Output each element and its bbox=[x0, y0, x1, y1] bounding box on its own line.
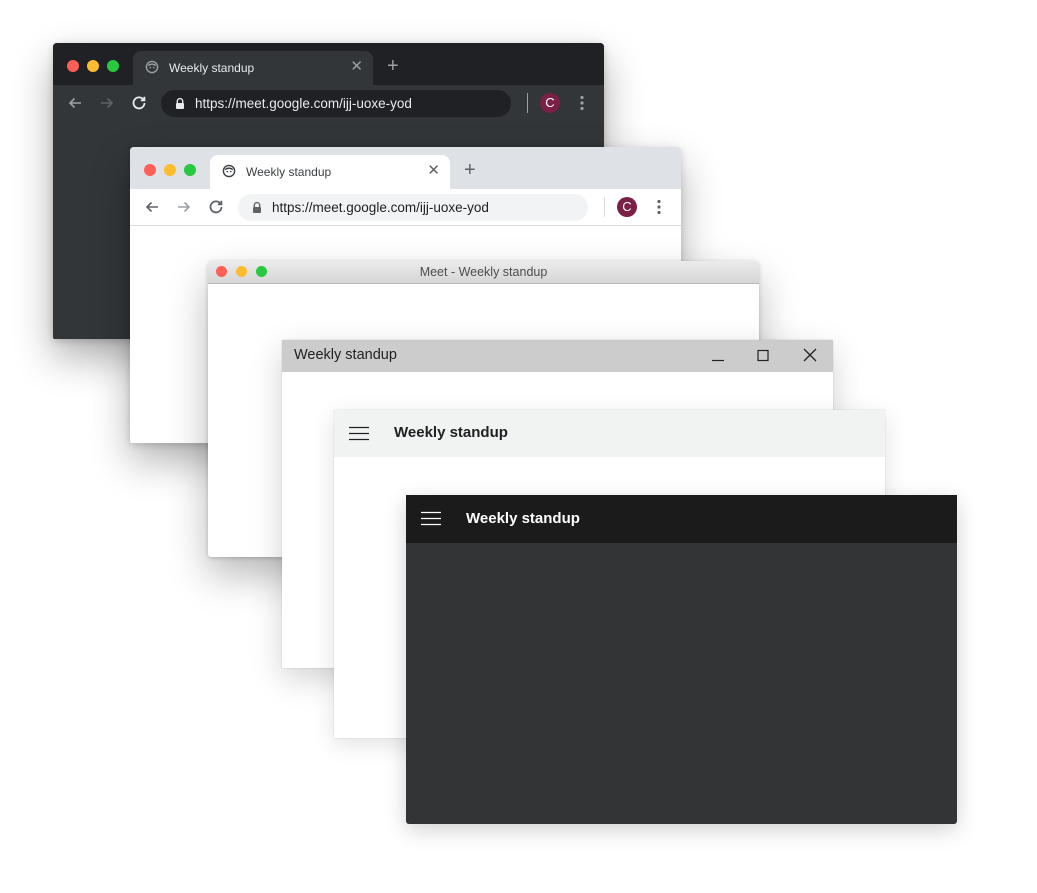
arrow-right-icon[interactable] bbox=[173, 196, 195, 218]
title-bar: Meet - Weekly standup bbox=[208, 261, 759, 284]
toolbar: https://meet.google.com/ijj-uoxe-yod C bbox=[130, 189, 681, 226]
close-icon[interactable] bbox=[787, 340, 833, 372]
new-tab-icon[interactable]: + bbox=[464, 160, 476, 180]
zoom-window-button[interactable] bbox=[184, 164, 196, 176]
toolbar-separator bbox=[604, 197, 605, 217]
tab-weekly-standup[interactable]: Weekly standup ✕ bbox=[133, 51, 373, 85]
minimize-icon[interactable] bbox=[695, 340, 741, 372]
arrow-left-icon[interactable] bbox=[64, 92, 86, 114]
app-title: Weekly standup bbox=[466, 510, 580, 527]
arrow-left-icon[interactable] bbox=[141, 196, 163, 218]
tab-close-icon[interactable]: ✕ bbox=[427, 163, 440, 179]
maximize-icon[interactable] bbox=[740, 340, 786, 372]
app-bar: Weekly standup bbox=[334, 410, 885, 457]
address-bar[interactable]: https://meet.google.com/ijj-uoxe-yod bbox=[238, 194, 588, 221]
meet-face-icon bbox=[145, 60, 159, 74]
tab-strip: Weekly standup ✕ + bbox=[130, 147, 681, 189]
url-text: https://meet.google.com/ijj-uoxe-yod bbox=[195, 96, 412, 111]
toolbar: https://meet.google.com/ijj-uoxe-yod C bbox=[53, 85, 604, 121]
toolbar-separator bbox=[527, 93, 528, 113]
app-title: Weekly standup bbox=[394, 424, 508, 441]
meet-face-icon bbox=[222, 164, 236, 178]
lock-icon bbox=[176, 97, 184, 109]
minimize-window-button[interactable] bbox=[164, 164, 176, 176]
window-title: Weekly standup bbox=[294, 347, 397, 363]
avatar[interactable]: C bbox=[617, 197, 637, 217]
reload-icon[interactable] bbox=[205, 196, 227, 218]
kebab-menu-icon[interactable] bbox=[572, 93, 592, 113]
lock-icon bbox=[253, 201, 261, 213]
title-bar: Weekly standup bbox=[282, 340, 833, 372]
close-window-button[interactable] bbox=[67, 60, 79, 72]
tab-title: Weekly standup bbox=[246, 165, 332, 179]
tab-strip: Weekly standup ✕ + bbox=[53, 43, 604, 85]
tab-weekly-standup[interactable]: Weekly standup ✕ bbox=[210, 155, 450, 189]
tab-title: Weekly standup bbox=[169, 61, 255, 75]
tab-close-icon[interactable]: ✕ bbox=[350, 59, 363, 75]
kebab-menu-icon[interactable] bbox=[649, 197, 669, 217]
address-bar[interactable]: https://meet.google.com/ijj-uoxe-yod bbox=[161, 90, 511, 117]
minimize-window-button[interactable] bbox=[87, 60, 99, 72]
hamburger-menu-icon[interactable] bbox=[420, 510, 442, 527]
hamburger-menu-icon[interactable] bbox=[348, 425, 370, 442]
reload-icon[interactable] bbox=[128, 92, 150, 114]
zoom-window-button[interactable] bbox=[107, 60, 119, 72]
app-bar: Weekly standup bbox=[406, 495, 957, 543]
arrow-right-icon[interactable] bbox=[96, 92, 118, 114]
window-title: Meet - Weekly standup bbox=[419, 265, 548, 279]
close-window-button[interactable] bbox=[144, 164, 156, 176]
app-dark-window: Weekly standup bbox=[406, 495, 957, 824]
avatar[interactable]: C bbox=[540, 93, 560, 113]
url-text: https://meet.google.com/ijj-uoxe-yod bbox=[272, 200, 489, 215]
new-tab-icon[interactable]: + bbox=[387, 56, 399, 76]
